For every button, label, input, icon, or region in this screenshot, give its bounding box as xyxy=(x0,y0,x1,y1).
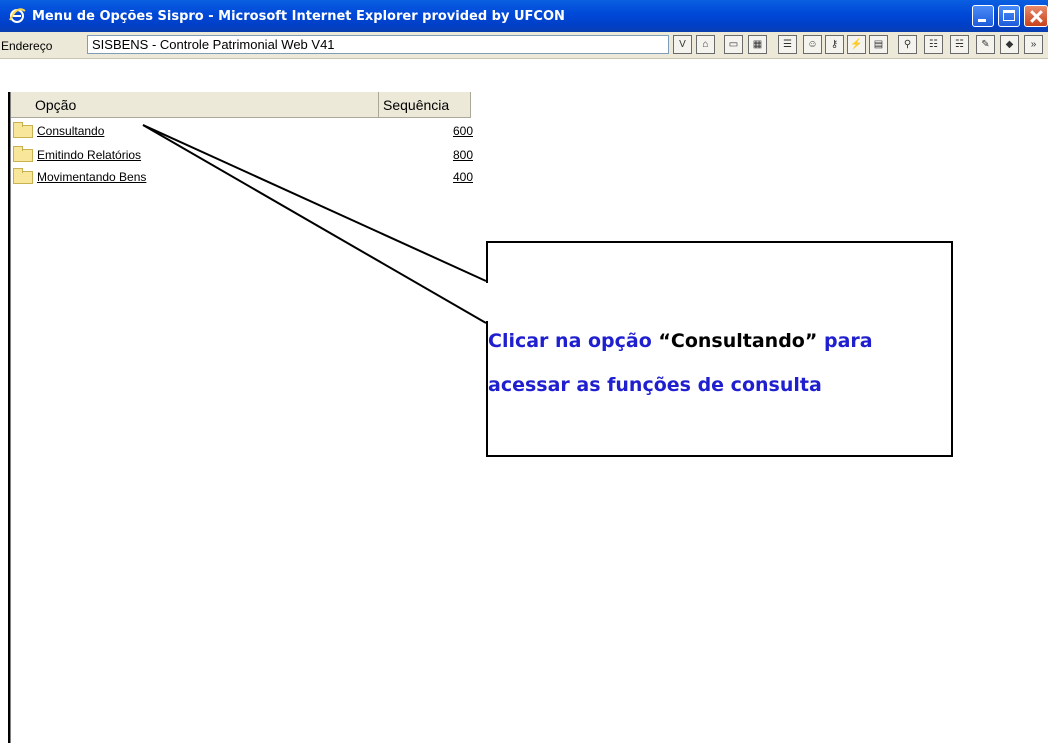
option-link-emitindo-relatorios[interactable]: Emitindo Relatórios xyxy=(37,148,141,162)
sequence-link[interactable]: 600 xyxy=(453,124,473,138)
folder-icon xyxy=(13,146,33,162)
folder-icon xyxy=(13,122,33,138)
folder-icon xyxy=(13,168,33,184)
callout-box: Clicar na opção “Consultando” para acess… xyxy=(486,241,953,457)
toolbar-form-icon[interactable]: ▭ xyxy=(724,35,743,54)
column-header-sequence[interactable]: Sequência xyxy=(378,92,471,118)
callout-text-before: Clicar na opção xyxy=(488,330,652,352)
internet-explorer-icon xyxy=(9,8,26,23)
address-input[interactable]: SISBENS - Controle Patrimonial Web V41 xyxy=(87,35,669,54)
toolbar-tree-add-icon[interactable]: ☵ xyxy=(950,35,969,54)
toolbar-book-icon[interactable]: ◆ xyxy=(1000,35,1019,54)
frame-border-inner xyxy=(10,92,11,743)
callout-quoted-option: “Consultando” xyxy=(658,330,818,352)
toolbar-key-icon[interactable]: ⚷ xyxy=(825,35,844,54)
toolbar-search-icon[interactable]: ⚲ xyxy=(898,35,917,54)
toolbar-tree-icon[interactable]: ☷ xyxy=(924,35,943,54)
toolbar-plug-icon[interactable]: ⚡ xyxy=(847,35,866,54)
toolbar-v-button[interactable]: V xyxy=(673,35,692,54)
window-title: Menu de Opções Sispro - Microsoft Intern… xyxy=(32,8,565,24)
address-label: Endereço xyxy=(1,39,53,53)
toolbar-list-icon[interactable]: ☰ xyxy=(778,35,797,54)
sequence-link[interactable]: 800 xyxy=(453,148,473,162)
toolbar-user-icon[interactable]: ☺ xyxy=(803,35,822,54)
toolbar-grid-icon[interactable]: ▦ xyxy=(748,35,767,54)
close-button[interactable] xyxy=(1024,5,1048,27)
option-link-consultando[interactable]: Consultando xyxy=(37,124,104,138)
title-bar: Menu de Opções Sispro - Microsoft Intern… xyxy=(0,0,1048,32)
table-row[interactable]: Movimentando Bens 400 xyxy=(11,168,473,188)
table-row[interactable]: Emitindo Relatórios 800 xyxy=(11,146,473,166)
option-link-movimentando-bens[interactable]: Movimentando Bens xyxy=(37,170,146,184)
toolbar-home-icon[interactable]: ⌂ xyxy=(696,35,715,54)
maximize-button[interactable] xyxy=(998,5,1020,27)
toolbar-pen-icon[interactable]: ✎ xyxy=(976,35,995,54)
column-header-option[interactable]: Opção xyxy=(11,92,378,118)
sequence-link[interactable]: 400 xyxy=(453,170,473,184)
toolbar-more-icon[interactable]: » xyxy=(1024,35,1043,54)
callout-text: Clicar na opção “Consultando” para acess… xyxy=(488,319,948,407)
minimize-button[interactable] xyxy=(972,5,994,27)
table-row[interactable]: Consultando 600 xyxy=(11,122,473,142)
address-bar: Endereço SISBENS - Controle Patrimonial … xyxy=(0,32,1048,59)
toolbar-document-icon[interactable]: ▤ xyxy=(869,35,888,54)
